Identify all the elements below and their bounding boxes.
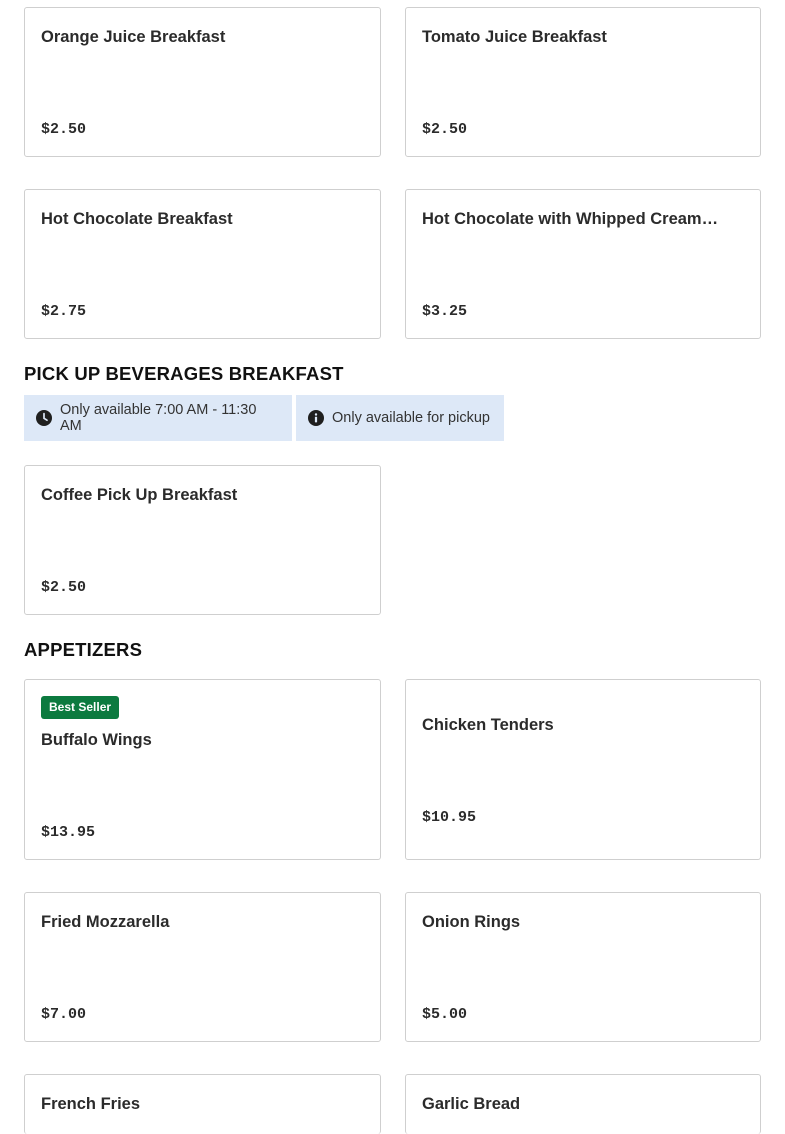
item-name: Orange Juice Breakfast — [41, 28, 226, 46]
item-name: Onion Rings — [422, 913, 521, 931]
item-price: $2.50 — [422, 121, 468, 138]
info-icon — [308, 410, 324, 426]
item-name: Chicken Tenders — [422, 716, 554, 734]
item-name: Garlic Bread — [422, 1095, 521, 1113]
item-price: $10.95 — [422, 809, 477, 826]
section-heading: APPETIZERS — [24, 639, 143, 660]
menu-item-card[interactable]: Fried Mozzarella $7.00 — [24, 892, 381, 1042]
menu-item-card[interactable]: Chicken Tenders $10.95 — [405, 679, 761, 860]
item-name: Hot Chocolate with Whipped Cream… — [422, 210, 719, 228]
item-price: $5.00 — [422, 1006, 468, 1023]
pickup-text: Only available for pickup — [332, 410, 490, 426]
pickup-chip: Only available for pickup — [296, 395, 504, 441]
item-price: $13.95 — [41, 824, 96, 841]
item-name: Tomato Juice Breakfast — [422, 28, 607, 46]
best-seller-badge: Best Seller — [41, 696, 120, 719]
item-price: $2.50 — [41, 579, 87, 596]
item-name: French Fries — [41, 1095, 141, 1113]
menu-item-card[interactable]: Hot Chocolate Breakfast $2.75 — [24, 189, 381, 339]
item-price: $3.25 — [422, 303, 468, 320]
section-heading: PICK UP BEVERAGES BREAKFAST — [24, 363, 344, 384]
item-name: Coffee Pick Up Breakfast — [41, 486, 238, 504]
menu-item-card[interactable]: Coffee Pick Up Breakfast $2.50 — [24, 465, 381, 615]
item-price: $2.50 — [41, 121, 87, 138]
menu-item-card[interactable]: French Fries — [24, 1074, 381, 1134]
menu-item-card[interactable]: Best Seller Buffalo Wings $13.95 — [24, 679, 381, 860]
item-price: $2.75 — [41, 303, 87, 320]
clock-icon — [36, 410, 52, 426]
menu-item-card[interactable]: Hot Chocolate with Whipped Cream… $3.25 — [405, 189, 761, 339]
menu-item-card[interactable]: Orange Juice Breakfast $2.50 — [24, 7, 381, 157]
item-name: Fried Mozzarella — [41, 913, 170, 931]
menu-item-card[interactable]: Tomato Juice Breakfast $2.50 — [405, 7, 761, 157]
availability-text: Only available 7:00 AM - 11:30 AM — [60, 402, 257, 434]
item-name: Hot Chocolate Breakfast — [41, 210, 233, 228]
item-price: $7.00 — [41, 1006, 87, 1023]
menu-item-card[interactable]: Garlic Bread — [405, 1074, 761, 1134]
availability-chip: Only available 7:00 AM - 11:30 AM — [24, 395, 292, 441]
item-name: Buffalo Wings — [41, 731, 152, 749]
menu-item-card[interactable]: Onion Rings $5.00 — [405, 892, 761, 1042]
